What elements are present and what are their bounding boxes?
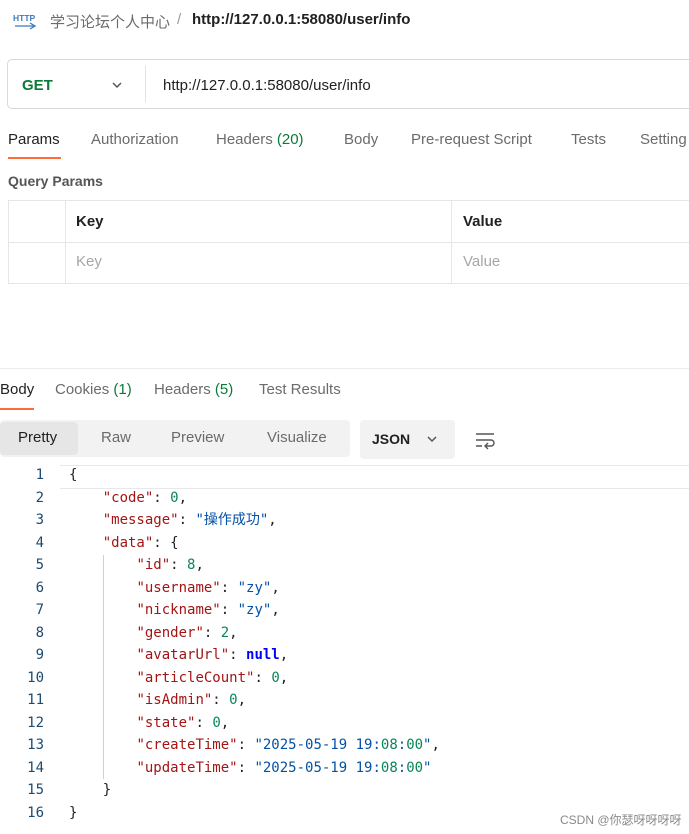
tab-count: (1) bbox=[113, 381, 132, 398]
code-text: "gender": 2, bbox=[136, 624, 238, 641]
tab-label: Body bbox=[344, 131, 379, 148]
code-text: "data": { bbox=[102, 534, 179, 551]
breadcrumb-separator: / bbox=[177, 11, 182, 28]
code-text: "state": 0, bbox=[136, 714, 230, 731]
view-option-pretty[interactable]: Pretty bbox=[18, 429, 57, 446]
table-divider bbox=[8, 242, 689, 243]
response-divider bbox=[0, 368, 689, 369]
code-text: } bbox=[69, 804, 78, 821]
value-input[interactable]: Value bbox=[463, 253, 500, 270]
view-option-preview[interactable]: Preview bbox=[171, 429, 224, 446]
method-selector[interactable]: GET bbox=[22, 77, 53, 94]
tab-authorization[interactable]: Authorization bbox=[91, 131, 179, 148]
tab-label: Body bbox=[0, 381, 35, 398]
http-icon-label: HTTP bbox=[13, 13, 36, 23]
line-number: 2 bbox=[35, 489, 44, 506]
line-number: 14 bbox=[27, 759, 44, 776]
view-option-visualize[interactable]: Visualize bbox=[267, 429, 327, 446]
active-tab-indicator bbox=[8, 157, 61, 159]
response-tab-cookies[interactable]: Cookies (1) bbox=[55, 381, 132, 398]
breadcrumb-parent[interactable]: 学习论坛个人中心 bbox=[50, 11, 170, 32]
tab-pre-request-script[interactable]: Pre-request Script bbox=[411, 131, 532, 148]
tab-label: Cookies bbox=[55, 381, 110, 398]
tab-count: (5) bbox=[214, 381, 234, 398]
format-selector-label: JSON bbox=[372, 431, 411, 447]
code-text: "code": 0, bbox=[102, 489, 188, 506]
line-number: 11 bbox=[27, 692, 44, 708]
response-tab-headers[interactable]: Headers (5) bbox=[154, 381, 233, 398]
response-tab-body[interactable]: Body bbox=[0, 381, 34, 398]
line-number: 12 bbox=[27, 714, 44, 731]
code-text: "updateTime": "2025-05-19 19:08:00" bbox=[136, 759, 432, 776]
tab-label: Setting bbox=[640, 131, 687, 148]
active-response-tab-indicator bbox=[0, 408, 34, 410]
line-number: 5 bbox=[35, 557, 44, 573]
column-header-key: Key bbox=[76, 213, 104, 230]
chevron-down-icon bbox=[427, 436, 437, 443]
tab-label: Authorization bbox=[91, 131, 179, 148]
line-number: 1 bbox=[35, 467, 44, 483]
column-header-value: Value bbox=[463, 213, 503, 230]
http-icon: HTTP bbox=[13, 13, 37, 30]
code-text: "id": 8, bbox=[136, 557, 204, 573]
line-number: 8 bbox=[35, 624, 44, 641]
tab-count: (20) bbox=[276, 131, 304, 148]
tab-settings[interactable]: Setting bbox=[640, 131, 689, 148]
tab-label: Test Results bbox=[259, 381, 341, 398]
watermark: CSDN @你瑟呀呀呀呀 bbox=[560, 813, 682, 827]
code-text: "isAdmin": 0, bbox=[136, 692, 247, 708]
tab-body[interactable]: Body bbox=[344, 131, 378, 148]
tab-label: Params bbox=[8, 131, 60, 148]
line-number: 16 bbox=[27, 804, 44, 821]
tab-label: Pre-request Script bbox=[411, 131, 532, 148]
tab-label: Tests bbox=[571, 131, 607, 148]
view-option-raw[interactable]: Raw bbox=[101, 429, 131, 446]
request-title[interactable]: http://127.0.0.1:58080/user/info bbox=[192, 11, 410, 28]
tab-params[interactable]: Params bbox=[8, 131, 60, 148]
table-divider bbox=[451, 200, 452, 284]
code-text: } bbox=[69, 782, 112, 798]
code-text: { bbox=[69, 467, 78, 483]
line-number: 9 bbox=[35, 647, 44, 663]
table-divider bbox=[65, 200, 66, 284]
code-text: "nickname": "zy", bbox=[136, 602, 280, 618]
code-text: "avatarUrl": null, bbox=[136, 647, 289, 663]
code-text: "articleCount": 0, bbox=[136, 669, 289, 686]
line-number: 3 bbox=[35, 512, 44, 528]
line-number: 13 bbox=[27, 737, 44, 753]
response-tab-test-results[interactable]: Test Results bbox=[259, 381, 341, 398]
tab-label: Headers bbox=[216, 131, 273, 148]
tab-tests[interactable]: Tests bbox=[571, 131, 606, 148]
line-number: 4 bbox=[35, 534, 44, 551]
tab-headers[interactable]: Headers (20) bbox=[216, 131, 304, 148]
chevron-down-icon[interactable] bbox=[110, 78, 124, 92]
key-input[interactable]: Key bbox=[76, 253, 102, 270]
code-text: "createTime": "2025-05-19 19:08:00", bbox=[136, 737, 440, 753]
current-line-highlight bbox=[60, 465, 689, 489]
line-number: 6 bbox=[35, 579, 44, 596]
line-number: 7 bbox=[35, 602, 44, 618]
tab-label: Headers bbox=[154, 381, 211, 398]
code-text: "username": "zy", bbox=[136, 579, 280, 596]
url-input[interactable]: http://127.0.0.1:58080/user/info bbox=[163, 77, 371, 94]
code-text: "message": "操作成功", bbox=[102, 512, 277, 528]
line-number: 10 bbox=[27, 669, 44, 686]
wrap-lines-icon[interactable] bbox=[473, 429, 497, 451]
url-divider bbox=[145, 66, 146, 102]
query-params-title: Query Params bbox=[8, 173, 103, 189]
line-number: 15 bbox=[27, 782, 44, 798]
